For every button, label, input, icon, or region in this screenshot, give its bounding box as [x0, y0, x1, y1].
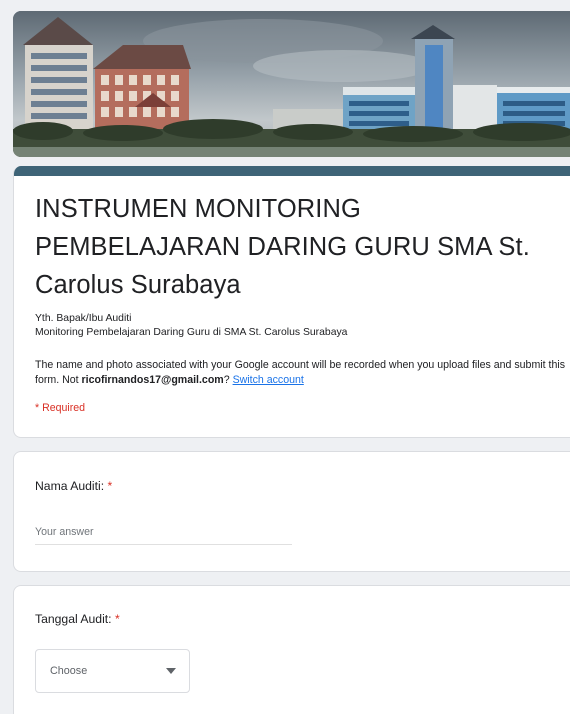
account-notice-suffix: ?	[223, 373, 233, 386]
dropdown-caret-icon	[166, 668, 176, 674]
nama-auditi-input[interactable]	[35, 520, 292, 545]
required-note: * Required	[35, 402, 86, 414]
dropdown-selected-value: Choose	[50, 665, 88, 677]
account-notice: The name and photo associated with your …	[35, 358, 565, 387]
campus-skyline-illustration	[13, 11, 570, 157]
question-label: Tanggal Audit: *	[35, 612, 120, 626]
form-description-line-1: Yth. Bapak/Ibu Auditi	[35, 313, 132, 324]
required-asterisk: *	[114, 612, 120, 626]
required-asterisk: *	[107, 479, 113, 493]
question-label-text: Tanggal Audit:	[35, 612, 115, 626]
theme-color-bar	[14, 166, 570, 176]
question-label: Nama Auditi: *	[35, 479, 112, 493]
form-description-line-2: Monitoring Pembelajaran Daring Guru di S…	[35, 326, 348, 338]
form-header-card: INSTRUMEN MONITORING PEMBELAJARAN DARING…	[13, 166, 570, 438]
question-card-tanggal-audit: Tanggal Audit: * Choose	[13, 585, 570, 714]
form-description: Yth. Bapak/Ibu Auditi Monitoring Pembela…	[35, 312, 347, 339]
switch-account-link[interactable]: Switch account	[233, 374, 304, 386]
tanggal-audit-dropdown[interactable]: Choose	[35, 649, 190, 693]
header-banner-image	[13, 11, 570, 157]
question-label-text: Nama Auditi:	[35, 479, 108, 493]
account-email: ricofirnandos17@gmail.com	[81, 373, 224, 386]
question-card-nama-auditi: Nama Auditi: *	[13, 451, 570, 572]
form-title: INSTRUMEN MONITORING PEMBELAJARAN DARING…	[35, 195, 530, 299]
